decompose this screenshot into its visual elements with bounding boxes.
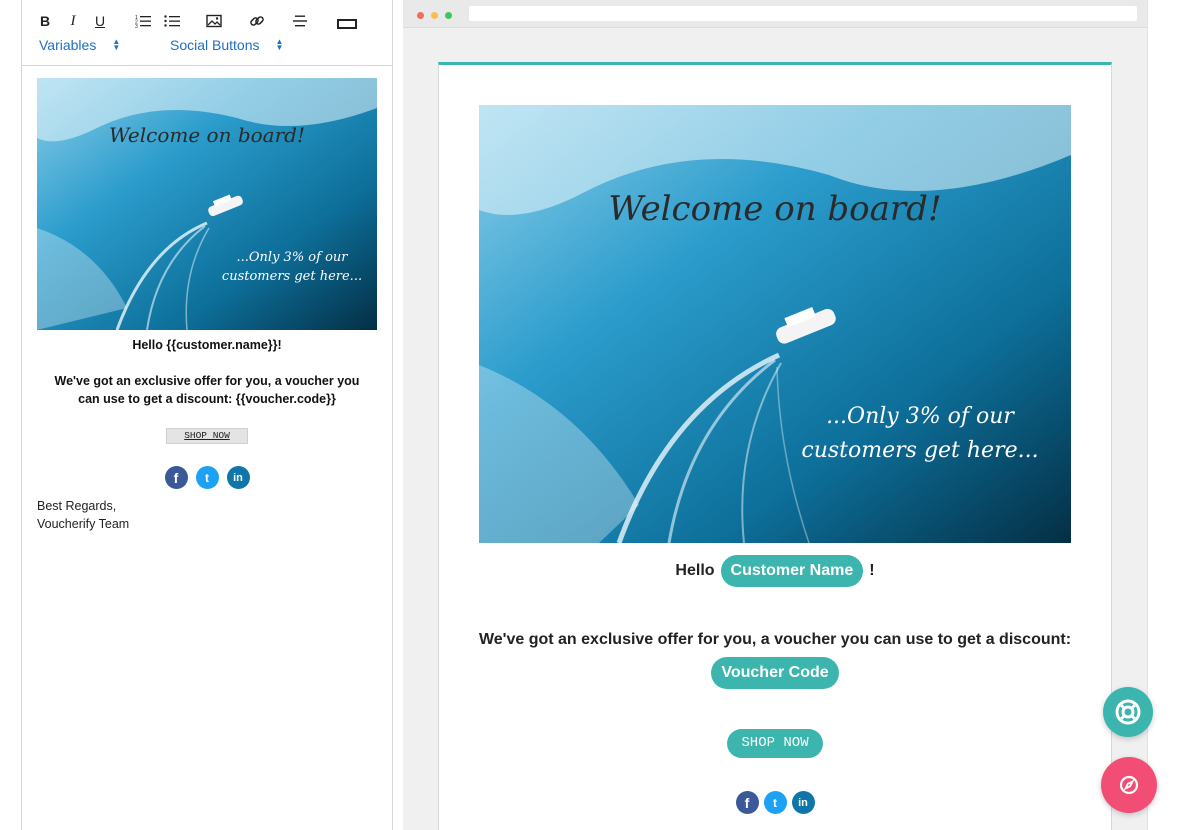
link-icon[interactable]	[248, 12, 266, 30]
hello-prefix: Hello	[675, 562, 715, 579]
variables-label: Variables	[39, 37, 97, 53]
maximize-dot-icon	[445, 12, 452, 19]
explore-button[interactable]	[1101, 757, 1157, 813]
lifebuoy-icon	[1115, 699, 1141, 725]
minimize-dot-icon	[431, 12, 438, 19]
social-buttons-label: Social Buttons	[170, 37, 260, 53]
bold-button[interactable]: B	[36, 12, 54, 30]
select-arrows-icon: ▲ ▼	[275, 37, 284, 52]
variables-dropdown[interactable]: Variables ▲ ▼	[39, 37, 120, 53]
close-dot-icon	[417, 12, 424, 19]
offer-line: We've got an exclusive offer for you, a …	[54, 374, 360, 406]
signature-line-1: Best Regards,	[37, 499, 117, 513]
italic-button[interactable]: I	[64, 12, 82, 30]
align-icon[interactable]	[291, 12, 309, 30]
social-buttons: f t in	[37, 466, 377, 489]
shop-now-button-preview[interactable]: SHOP NOW	[727, 729, 823, 758]
facebook-icon[interactable]: f	[164, 466, 188, 489]
compass-icon	[1119, 775, 1139, 795]
hero-headline-preview: Welcome on board!	[608, 189, 941, 229]
editor-toolbar: B I U 123 Variables ▲ ▼ Social Buttons ▲…	[22, 0, 392, 66]
hero-tagline-2: customers get here...	[222, 269, 362, 284]
social-buttons-preview: f t in	[439, 791, 1111, 814]
hero-headline: Welcome on board!	[109, 123, 305, 147]
twitter-icon[interactable]: t	[763, 791, 787, 814]
signature-line-2: Voucherify Team	[37, 517, 130, 531]
hero-image[interactable]: Welcome on board! ...Only 3% of our cust…	[37, 78, 377, 330]
shop-now-button[interactable]: SHOP NOW	[166, 428, 248, 444]
preview-panel: Welcome on board! ...Only 3% of our cust…	[403, 0, 1147, 830]
hero-tagline-1: ...Only 3% of our	[236, 250, 348, 265]
underline-button[interactable]: U	[91, 12, 109, 30]
customer-name-pill: Customer Name	[720, 555, 864, 587]
svg-text:3: 3	[135, 24, 138, 28]
hero-tagline-1-preview: ...Only 3% of our	[826, 404, 1015, 429]
email-template-editor: B I U 123 Variables ▲ ▼ Social Buttons ▲…	[0, 0, 1180, 830]
facebook-icon[interactable]: f	[735, 791, 759, 814]
voucher-wrap: Voucher Code	[439, 657, 1111, 689]
select-arrows-icon: ▲ ▼	[112, 37, 121, 52]
linkedin-icon[interactable]: in	[226, 466, 250, 489]
image-icon[interactable]	[205, 12, 223, 30]
social-buttons-dropdown[interactable]: Social Buttons ▲ ▼	[170, 37, 283, 53]
help-button[interactable]	[1103, 687, 1153, 737]
linkedin-icon[interactable]: in	[791, 791, 815, 814]
browser-chrome	[403, 0, 1147, 28]
hero-tagline-2-preview: customers get here...	[801, 438, 1038, 463]
hello-suffix: !	[869, 562, 875, 579]
twitter-icon[interactable]: t	[195, 466, 219, 489]
ordered-list-icon[interactable]: 123	[134, 12, 152, 30]
hello-line: Hello {{customer.name}}!	[132, 338, 282, 352]
editor-panel: B I U 123 Variables ▲ ▼ Social Buttons ▲…	[21, 0, 393, 830]
button-icon[interactable]	[337, 15, 357, 33]
hello-line-preview: Hello Customer Name !	[439, 555, 1111, 587]
editor-content[interactable]: Welcome on board! ...Only 3% of our cust…	[22, 66, 392, 533]
bullet-list-icon[interactable]	[163, 12, 181, 30]
voucher-code-pill: Voucher Code	[711, 657, 839, 689]
email-preview: Welcome on board! ...Only 3% of our cust…	[438, 62, 1112, 830]
hero-image-preview: Welcome on board! ...Only 3% of our cust…	[479, 105, 1071, 543]
offer-line-preview: We've got an exclusive offer for you, a …	[478, 631, 1072, 648]
url-bar	[469, 6, 1137, 21]
